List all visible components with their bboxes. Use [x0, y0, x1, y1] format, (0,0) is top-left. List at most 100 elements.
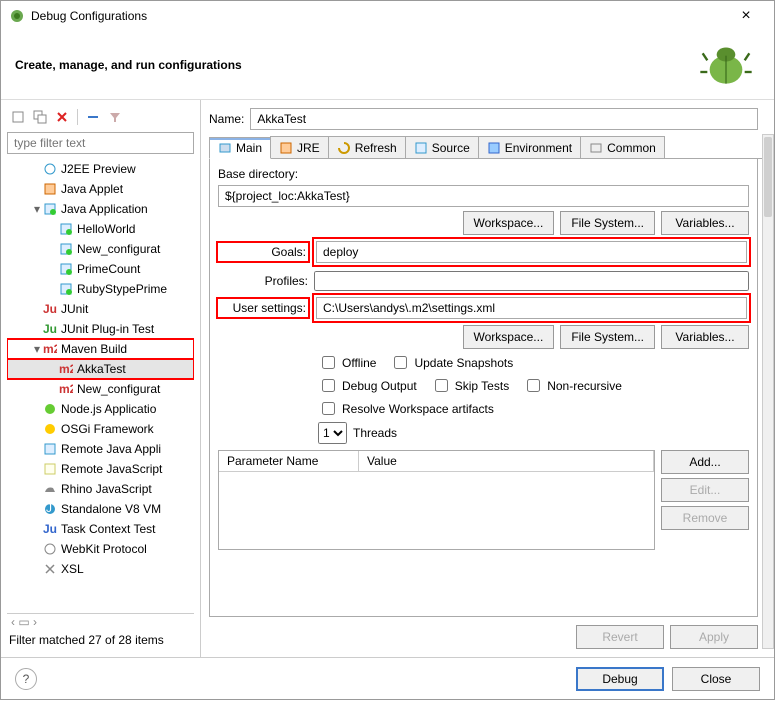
parameter-table[interactable]: Parameter Name Value	[218, 450, 655, 550]
m2-icon: m2	[59, 382, 73, 396]
workspace-button[interactable]: Workspace...	[463, 211, 555, 235]
tree-item-label: AkkaTest	[77, 362, 126, 376]
tab-label: Main	[236, 141, 262, 155]
window-title: Debug Configurations	[31, 9, 726, 23]
tree-item[interactable]: New_configurat	[7, 239, 194, 259]
tree-item-label: OSGi Framework	[61, 422, 154, 436]
tree-item[interactable]: JStandalone V8 VM	[7, 499, 194, 519]
user-settings-input[interactable]	[316, 297, 747, 319]
non-recursive-check[interactable]: Non-recursive	[523, 376, 622, 395]
globe-icon	[43, 162, 57, 176]
applet-icon	[43, 182, 57, 196]
tab-jre[interactable]: JRE	[270, 136, 329, 158]
tree-item[interactable]: Java Applet	[7, 179, 194, 199]
remote-java-icon	[43, 442, 57, 456]
offline-check[interactable]: Offline	[318, 353, 376, 372]
goals-input[interactable]	[316, 241, 747, 263]
debug-button[interactable]: Debug	[576, 667, 664, 691]
apply-button[interactable]: Apply	[670, 625, 758, 649]
tab-environment[interactable]: Environment	[478, 136, 581, 158]
rhino-icon	[43, 482, 57, 496]
java-run-icon	[43, 202, 57, 216]
tab-label: Environment	[505, 141, 572, 155]
profiles-input[interactable]	[314, 271, 749, 291]
tree-item[interactable]: JuTask Context Test	[7, 519, 194, 539]
name-input[interactable]	[250, 108, 758, 130]
param-header-name: Parameter Name	[219, 451, 359, 471]
config-tree[interactable]: J2EE Preview Java Applet▾Java Application…	[7, 158, 194, 613]
v8-icon: J	[43, 502, 57, 516]
help-icon[interactable]: ?	[15, 668, 37, 690]
java-run-icon	[59, 282, 73, 296]
bug-icon	[698, 37, 754, 93]
jre-icon	[279, 141, 293, 155]
filter-icon[interactable]	[106, 108, 124, 126]
right-panel: Name: MainJRERefreshSourceEnvironmentCom…	[201, 100, 774, 657]
collapse-icon[interactable]	[84, 108, 102, 126]
basedir-input[interactable]	[218, 185, 749, 207]
tree-item[interactable]: OSGi Framework	[7, 419, 194, 439]
revert-button[interactable]: Revert	[576, 625, 664, 649]
tree-item[interactable]: Remote Java Appli	[7, 439, 194, 459]
m2-icon: m2	[59, 362, 73, 376]
duplicate-config-icon[interactable]	[31, 108, 49, 126]
debug-output-check[interactable]: Debug Output	[318, 376, 417, 395]
tab-refresh[interactable]: Refresh	[328, 136, 406, 158]
skip-tests-check[interactable]: Skip Tests	[431, 376, 509, 395]
body: J2EE Preview Java Applet▾Java Application…	[1, 100, 774, 657]
tab-source[interactable]: Source	[405, 136, 479, 158]
filesystem-button-2[interactable]: File System...	[560, 325, 655, 349]
java-run-icon	[59, 262, 73, 276]
tree-item-label: Remote Java Appli	[61, 442, 161, 456]
resolve-workspace-check[interactable]: Resolve Workspace artifacts	[318, 399, 494, 418]
variables-button[interactable]: Variables...	[661, 211, 749, 235]
tree-item[interactable]: RubyStypePrime	[7, 279, 194, 299]
header: Create, manage, and run configurations	[1, 31, 774, 99]
tree-item[interactable]: JuJUnit Plug-in Test	[7, 319, 194, 339]
tree-item[interactable]: HelloWorld	[7, 219, 194, 239]
threads-spinner[interactable]: 1	[318, 422, 347, 444]
param-edit-button[interactable]: Edit...	[661, 478, 749, 502]
workspace-button-2[interactable]: Workspace...	[463, 325, 555, 349]
header-subtitle: Create, manage, and run configurations	[15, 58, 698, 72]
profiles-label: Profiles:	[218, 274, 308, 288]
delete-config-icon[interactable]	[53, 108, 71, 126]
tree-item[interactable]: WebKit Protocol	[7, 539, 194, 559]
param-add-button[interactable]: Add...	[661, 450, 749, 474]
tree-item[interactable]: Remote JavaScript	[7, 459, 194, 479]
tab-main[interactable]: Main	[209, 137, 271, 159]
remote-js-icon	[43, 462, 57, 476]
tree-item[interactable]: JuJUnit	[7, 299, 194, 319]
tree-item[interactable]: XSL	[7, 559, 194, 579]
tree-item[interactable]: ▾m2Maven Build	[7, 339, 194, 359]
source-icon	[414, 141, 428, 155]
svg-text:m2: m2	[59, 362, 73, 376]
tree-item-label: Maven Build	[61, 342, 127, 356]
param-remove-button[interactable]: Remove	[661, 506, 749, 530]
env-icon	[487, 141, 501, 155]
main-icon	[218, 141, 232, 155]
tab-label: JRE	[297, 141, 320, 155]
tree-item[interactable]: Rhino JavaScript	[7, 479, 194, 499]
right-vscroll[interactable]	[762, 134, 774, 649]
variables-button-2[interactable]: Variables...	[661, 325, 749, 349]
tree-item-label: J2EE Preview	[61, 162, 136, 176]
update-snapshots-check[interactable]: Update Snapshots	[390, 353, 513, 372]
svg-text:J: J	[46, 502, 52, 515]
new-config-icon[interactable]	[9, 108, 27, 126]
filesystem-button[interactable]: File System...	[560, 211, 655, 235]
tree-item[interactable]: m2New_configurat	[7, 379, 194, 399]
close-icon[interactable]: ×	[726, 7, 766, 25]
tree-item[interactable]: Node.js Applicatio	[7, 399, 194, 419]
tree-item[interactable]: m2 AkkaTest	[7, 359, 194, 379]
tree-item[interactable]: ▾Java Application	[7, 199, 194, 219]
debug-config-icon	[9, 8, 25, 24]
left-hscroll[interactable]: ‹ ▭ ›	[7, 613, 194, 629]
tab-common[interactable]: Common	[580, 136, 665, 158]
filter-text-input[interactable]	[7, 132, 194, 154]
tree-item[interactable]: J2EE Preview	[7, 159, 194, 179]
tree-item[interactable]: PrimeCount	[7, 259, 194, 279]
task-icon: Ju	[43, 522, 57, 536]
close-button[interactable]: Close	[672, 667, 760, 691]
tree-item-label: RubyStypePrime	[77, 282, 167, 296]
